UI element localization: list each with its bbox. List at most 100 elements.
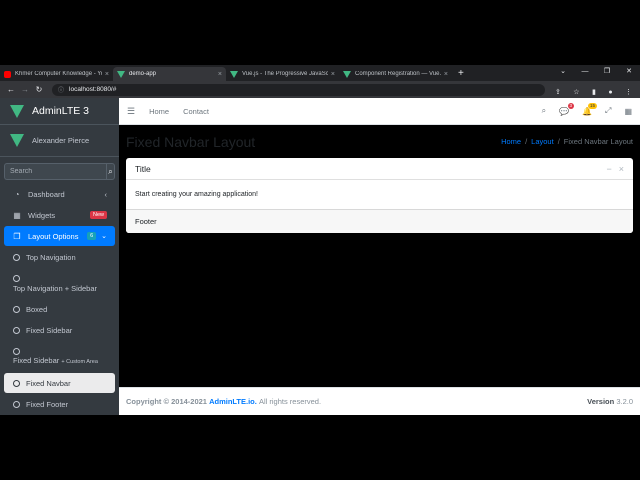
circle-icon [13, 305, 20, 313]
hamburger-menu-icon[interactable]: ☰ [127, 106, 135, 117]
sidebar-item-widgets[interactable]: ▦ Widgets New [4, 205, 115, 225]
side-panel-icon[interactable]: ▮ [592, 89, 596, 96]
breadcrumb-current: Fixed Navbar Layout [563, 137, 633, 146]
notifications-bell-icon[interactable]: 🔔 15 [582, 102, 598, 116]
chevron-left-icon: ‹ [104, 189, 108, 199]
close-window-icon[interactable]: ✕ [618, 65, 640, 79]
nav-link-home[interactable]: Home [149, 107, 169, 116]
address-bar-row: ← → ↻ ⓘ localhost:8080/# ⇪ ☆ ▮ ● ⋮ [0, 81, 640, 98]
circle-icon [13, 275, 20, 282]
close-icon[interactable]: × [331, 71, 335, 78]
footer-brand-link[interactable]: AdminLTE.io. [209, 397, 257, 406]
main-header: ☰ Home Contact ⌕ 💬 3 🔔 15 ⤢ ▦ [119, 98, 640, 125]
sidebar-search-input[interactable] [4, 163, 106, 180]
sidebar-subitem-top-navigation[interactable]: Top Navigation [4, 247, 115, 267]
sidebar-subitem-top-navigation-sidebar[interactable]: Top Navigation + Sidebar [4, 268, 115, 298]
new-tab-button[interactable]: + [452, 67, 470, 81]
circle-icon [13, 379, 20, 387]
brand-link[interactable]: AdminLTE 3 [0, 98, 119, 125]
browser-toolbar: ⇪ ☆ ▮ ● ⋮ [551, 81, 636, 99]
sidebar-subitem-fixed-footer[interactable]: Fixed Footer [4, 394, 115, 414]
sidebar-menu: ◔ Dashboard ‹ ▦ Widgets New ❐ Layout Opt… [0, 184, 119, 246]
close-icon[interactable]: × [105, 71, 109, 78]
card-body: Start creating your amazing application! [135, 191, 258, 198]
window-controls: ⌄ — ❐ ✕ [552, 65, 640, 79]
main-footer: Copyright © 2014-2021 AdminLTE.io. All r… [119, 387, 640, 415]
restore-icon[interactable]: ❐ [596, 65, 618, 79]
main-sidebar: AdminLTE 3 Alexander Pierce ⌕ ◔ Dashboar… [0, 98, 119, 415]
back-icon[interactable]: ← [4, 85, 18, 94]
copyright-text: Copyright © 2014-2021 [126, 397, 207, 406]
sidebar-item-label: Fixed Sidebar [13, 356, 60, 365]
circle-icon [13, 400, 20, 408]
vue-icon [343, 70, 351, 78]
profile-icon[interactable]: ● [608, 89, 612, 96]
sidebar-item-label: Top Navigation + Sidebar [13, 283, 98, 293]
sidebar-item-layout-options[interactable]: ❐ Layout Options 6 ⌄ [4, 226, 115, 246]
minimize-icon[interactable]: — [574, 65, 596, 79]
reload-icon[interactable]: ↻ [32, 85, 46, 94]
admin-app: AdminLTE 3 Alexander Pierce ⌕ ◔ Dashboar… [0, 98, 640, 415]
vue-logo-icon [10, 104, 24, 118]
content-header: Fixed Navbar Layout Home / Layout / Fixe… [126, 125, 633, 158]
notifications-badge: 15 [588, 102, 598, 109]
circle-icon [13, 253, 20, 261]
search-icon[interactable]: ⌕ [106, 163, 115, 180]
close-icon[interactable]: × [619, 164, 624, 174]
browser-tab-1[interactable]: Khmer Computer Knowledge - Yo × [0, 67, 113, 81]
forward-icon[interactable]: → [18, 85, 32, 94]
control-sidebar-icon[interactable]: ▦ [624, 107, 632, 116]
share-icon[interactable]: ⇪ [555, 89, 561, 96]
card-footer: Footer [126, 209, 633, 233]
nav-link-contact[interactable]: Contact [183, 107, 209, 116]
sidebar-subitem-boxed[interactable]: Boxed [4, 299, 115, 319]
browser-tab-4[interactable]: Component Registration — Vue.js × [339, 67, 452, 81]
breadcrumb-home[interactable]: Home [501, 137, 521, 146]
vue-icon [117, 70, 125, 78]
brand-text: AdminLTE 3 [32, 105, 89, 117]
version-info: Version 3.2.0 [587, 397, 633, 406]
sidebar-subitem-fixed-sidebar[interactable]: Fixed Sidebar [4, 320, 115, 340]
breadcrumb-separator: / [557, 137, 560, 146]
menu-kebab-icon[interactable]: ⋮ [625, 89, 632, 96]
tab-title: Khmer Computer Knowledge - Yo [15, 71, 102, 77]
page-title: Fixed Navbar Layout [126, 133, 256, 150]
sidebar-item-dashboard[interactable]: ◔ Dashboard ‹ [4, 184, 115, 204]
sidebar-subitem-fixed-sidebar-custom[interactable]: Fixed Sidebar + Custom Area [4, 341, 115, 372]
chevron-down-icon: ⌄ [101, 233, 107, 240]
sidebar-item-label: Fixed Navbar [26, 378, 71, 388]
sidebar-item-label: Widgets [28, 210, 56, 220]
collapse-icon[interactable]: − [606, 164, 611, 174]
user-panel[interactable]: Alexander Pierce [0, 125, 119, 157]
tab-title: Component Registration — Vue.js [355, 71, 441, 77]
content-wrapper: Fixed Navbar Layout Home / Layout / Fixe… [119, 125, 640, 387]
dashboard-icon: ◔ [14, 189, 20, 199]
sidebar-subitem-fixed-navbar[interactable]: Fixed Navbar [4, 373, 115, 393]
vue-icon [230, 70, 238, 78]
copy-icon: ❐ [13, 231, 21, 241]
sidebar-item-label: Top Navigation [26, 252, 76, 262]
sidebar-item-small-label: + Custom Area [61, 359, 98, 365]
messages-icon[interactable]: 💬 3 [559, 102, 575, 116]
browser-tab-3[interactable]: Vue.js - The Progressive JavaScript × [226, 67, 339, 81]
search-icon[interactable]: ⌕ [542, 106, 546, 116]
close-icon[interactable]: × [444, 71, 448, 78]
layout-submenu: Top Navigation Top Navigation + Sidebar … [0, 247, 119, 414]
close-icon[interactable]: × [218, 71, 222, 78]
bookmark-star-icon[interactable]: ☆ [573, 89, 579, 96]
content-card: Title − × Start creating your amazing ap… [126, 158, 633, 233]
version-number: 3.2.0 [616, 397, 633, 406]
circle-icon [13, 326, 20, 334]
dropdown-icon[interactable]: ⌄ [552, 65, 574, 79]
avatar [10, 134, 24, 147]
sidebar-item-label: Layout Options [28, 231, 79, 241]
card-title: Title [135, 163, 151, 174]
sidebar-search: ⌕ [4, 163, 115, 180]
sidebar-item-label: Boxed [26, 304, 48, 314]
fullscreen-icon[interactable]: ⤢ [605, 106, 611, 116]
browser-tab-2[interactable]: demo-app × [113, 67, 226, 81]
breadcrumb-layout[interactable]: Layout [531, 137, 554, 146]
url-input[interactable]: ⓘ localhost:8080/# [52, 83, 545, 96]
circle-icon [13, 348, 20, 355]
tab-title: Vue.js - The Progressive JavaScript [242, 71, 328, 77]
